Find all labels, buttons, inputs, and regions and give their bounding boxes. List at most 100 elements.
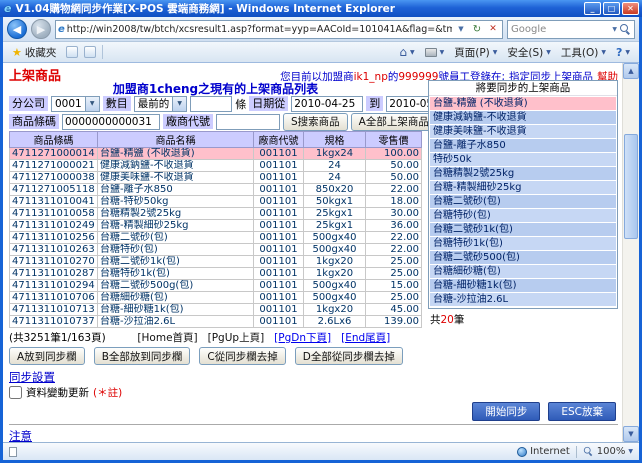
web-slice-icon[interactable] [84,46,96,58]
chevron-down-icon: ▼ [625,49,630,56]
sync-action-button-a[interactable]: A放到同步欄 [9,347,85,365]
suggested-sites-icon[interactable] [66,46,78,58]
chevron-down-icon: ▼ [85,97,99,111]
scrollbar-thumb[interactable] [624,134,638,239]
table-row[interactable]: 4711271000014台鹽-精鹽 (不收退貨)0011011kgx24100… [10,148,422,160]
pagination-home[interactable]: [Home首頁] [137,330,197,345]
table-row[interactable]: 4711311010287台糖特砂1k(包)0011011kgx2025.00 [10,268,422,280]
refresh-icon[interactable]: ↻ [470,24,484,35]
date-to-label: 到 [366,96,383,111]
toolbar-separator [102,45,103,59]
maximize-button[interactable]: □ [603,2,620,15]
status-bar: Internet 100% ▼ [3,442,639,460]
menu-page[interactable]: 頁面(P)▼ [450,44,501,61]
esc-cancel-button[interactable]: ESC放棄 [548,402,616,421]
search-dropdown-icon[interactable]: ▼ [612,26,617,33]
pagination-end[interactable]: [End尾頁] [341,330,390,345]
address-input[interactable] [67,24,452,35]
product-table-head-row: 商品條碼商品名稱廠商代號規格零售價 [10,132,422,148]
help-button[interactable]: ?▼ [612,45,634,60]
search-products-button[interactable]: S搜索商品 [283,113,348,131]
sync-list-item[interactable]: 台糖特砂1k(包) [430,237,616,250]
pagination-pgup[interactable]: [PgUp上頁] [208,330,265,345]
sync-panel-column: 將要同步的上架商品 台鹽-精鹽 (不收退貨)健康減鈉鹽-不收退貨健康美味鹽-不收… [428,80,618,366]
zoom-icon [584,447,593,456]
table-row[interactable]: 4711311010249台糖-精製細砂25kg00110125kgx136.0… [10,220,422,232]
barcode-input[interactable] [62,114,160,130]
chevron-down-icon: ▼ [440,49,445,56]
home-button[interactable]: ⌂▼ [395,44,418,60]
favorites-button[interactable]: ★ 收藏夾 [8,44,60,61]
table-row[interactable]: 4711311010256台糖二號砂(包)001101500gx4022.00 [10,232,422,244]
count-select[interactable]: 最前的 ▼ [134,96,188,112]
table-row[interactable]: 4711311010041台糖-特砂50kg00110150kgx118.00 [10,196,422,208]
filter-row-1: 分公司 0001 ▼ 數目 最前的 ▼ 條 [9,95,422,112]
date-from-label: 日期從 [249,96,288,111]
notes-title: 注意 [9,428,618,442]
product-table: 商品條碼商品名稱廠商代號規格零售價 4711271000014台鹽-精鹽 (不收… [9,131,422,328]
pagination: (共3251筆1/163頁) [Home首頁] [PgUp上頁] [PgDn下頁… [9,330,422,344]
vertical-scrollbar[interactable]: ▲ ▼ [622,63,639,442]
sync-list-item[interactable]: 台糖二號砂(包) [430,195,616,208]
sync-action-button-c[interactable]: C從同步欄去掉 [199,347,285,365]
sync-list-item[interactable]: 台糖-細砂糖1k(包) [430,279,616,292]
address-bar: ◀ ▶ e ▼ ↻ ✕ ▼ [3,17,639,42]
table-row[interactable]: 4711311010737台糖-沙拉油2.6L0011012.6Lx6139.0… [10,316,422,328]
data-update-checkbox[interactable] [9,386,22,399]
back-button[interactable]: ◀ [7,19,27,39]
sync-list-item[interactable]: 台糖二號砂1k(包) [430,223,616,236]
chevron-down-icon: ▼ [172,97,186,111]
sync-list-item[interactable]: 健康美味鹽-不收退貨 [430,125,616,138]
column-header: 商品條碼 [10,132,98,148]
count-input[interactable] [190,96,232,112]
sync-list-item[interactable]: 台糖-沙拉油2.6L [430,293,616,306]
table-row[interactable]: 4711311010706台糖細砂糖(包)001101500gx4025.00 [10,292,422,304]
sync-list-item[interactable]: 台糖特砂(包) [430,209,616,222]
forward-icon: ▶ [37,23,45,36]
sync-list-item[interactable]: 健康減鈉鹽-不收退貨 [430,111,616,124]
scroll-down-icon[interactable]: ▼ [623,426,639,442]
table-row[interactable]: 4711311010058台糖精製2號25kg00110125kgx130.00 [10,208,422,220]
sync-list-item[interactable]: 台糖細砂糖(包) [430,265,616,278]
search-icon[interactable] [620,24,631,35]
sync-list-item[interactable]: 台糖精製2號25kg [430,167,616,180]
minimize-button[interactable]: _ [584,2,601,15]
sync-list-item[interactable]: 特砂50k [430,153,616,166]
browser-window: e V1.04購物網同步作業[X-POS 雲端商務網] - Windows In… [0,0,642,463]
notes-section: 注意 同步的商品分公司設定,被同步方可以選擇,同步方的要以相應分公司身份登錄即可… [9,428,618,442]
sync-list-item[interactable]: 台糖-精製細砂25kg [430,181,616,194]
menu-tools[interactable]: 工具(O)▼ [557,44,610,61]
sync-list-item[interactable]: 台鹽-離子水850 [430,139,616,152]
start-sync-button[interactable]: 開始同步 [472,402,540,421]
close-button[interactable]: ✕ [622,2,639,15]
menu-safety[interactable]: 安全(S)▼ [503,44,554,61]
pagination-pgdn[interactable]: [PgDn下頁] [274,330,331,345]
favorites-label: 收藏夾 [25,45,57,60]
table-row[interactable]: 4711311010263台糖特砂(包)001101500gx4022.00 [10,244,422,256]
column-header: 零售價 [366,132,422,148]
zoom-control[interactable]: 100% ▼ [583,446,633,457]
sync-action-button-b[interactable]: B全部放到同步欄 [94,347,191,365]
date-from-input[interactable] [291,96,363,112]
sync-action-button-d[interactable]: D全部從同步欄去掉 [295,347,403,365]
table-row[interactable]: 4711311010294台糖二號砂500g(包)001101500gx4015… [10,280,422,292]
print-button[interactable]: ▼ [421,47,449,58]
sync-list-item[interactable]: 台糖二號砂500(包) [430,251,616,264]
address-dropdown-icon[interactable]: ▼ [454,25,468,33]
table-row[interactable]: 4711311010270台糖二號砂1k(包)0011011kgx2025.00 [10,256,422,268]
table-row[interactable]: 4711271005118台鹽-離子水850001101850x2022.00 [10,184,422,196]
sync-list-item[interactable]: 台鹽-精鹽 (不收退貨) [430,97,616,110]
scroll-up-icon[interactable]: ▲ [623,63,639,79]
vendor-input[interactable] [216,114,280,130]
forward-button[interactable]: ▶ [31,19,51,39]
stop-icon[interactable]: ✕ [486,24,500,34]
sync-buttons-row: 開始同步 ESC放棄 [9,402,616,421]
all-products-button[interactable]: A全部上架商品 [351,113,437,131]
table-row[interactable]: 4711271000021健康減鈉鹽-不收退貨0011012450.00 [10,160,422,172]
column-header: 商品名稱 [98,132,254,148]
table-row[interactable]: 4711271000038健康美味鹽-不收退貨0011012450.00 [10,172,422,184]
branch-select[interactable]: 0001 ▼ [51,96,100,112]
sync-panel-title: 將要同步的上架商品 [429,81,617,96]
search-input[interactable] [511,24,609,35]
table-row[interactable]: 4711311010713台糖-細砂糖1k(包)0011011kgx2045.0… [10,304,422,316]
